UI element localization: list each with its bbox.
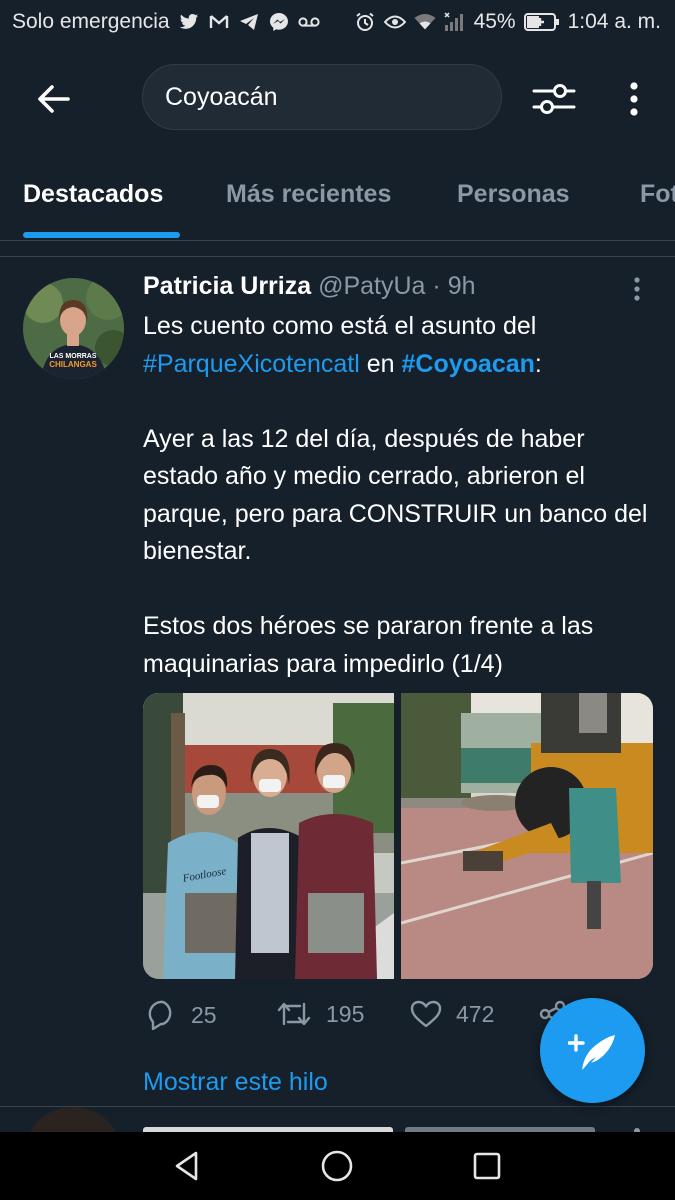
tweet-paragraph-1: Les cuento como está el asunto del #Parq… bbox=[143, 308, 658, 383]
tab-fotos[interactable]: Fotos bbox=[640, 180, 675, 209]
author-handle[interactable]: @PatyUa bbox=[318, 272, 425, 300]
more-vertical-icon bbox=[630, 82, 638, 116]
search-tabs: Destacados Más recientes Personas Fotos bbox=[0, 160, 675, 241]
system-nav-bar bbox=[0, 1132, 675, 1200]
tweet-time: 9h bbox=[447, 272, 476, 300]
search-filters-button[interactable] bbox=[528, 74, 580, 124]
hashtag-link[interactable]: #ParqueXicotencatl bbox=[143, 350, 360, 378]
battery-charging-icon bbox=[523, 11, 560, 33]
eye-icon bbox=[383, 11, 406, 33]
back-button[interactable] bbox=[28, 74, 78, 124]
nav-home-button[interactable] bbox=[317, 1146, 357, 1186]
tweet-text-run: : bbox=[534, 349, 542, 378]
active-tab-indicator bbox=[23, 232, 180, 238]
retweet-count: 195 bbox=[326, 1000, 365, 1027]
next-tweet-card[interactable] bbox=[0, 1106, 675, 1133]
tweet-text-run: en bbox=[359, 349, 402, 378]
retweet-button[interactable]: 195 bbox=[276, 1000, 364, 1028]
carrier-label: Solo emergencia bbox=[12, 10, 170, 33]
like-button[interactable]: 472 bbox=[410, 1000, 494, 1028]
battery-percent: 45% bbox=[473, 10, 516, 33]
clock-label: 1:04 a. m. bbox=[567, 10, 661, 33]
status-bar: Solo emergencia 45% 1:04 a. m. bbox=[0, 0, 675, 46]
tweet-photo-1[interactable]: Footloose bbox=[143, 693, 394, 979]
signal-icon bbox=[444, 11, 466, 33]
tweet-photo-2[interactable] bbox=[401, 693, 653, 979]
alarm-icon bbox=[354, 11, 376, 33]
circle-home-icon bbox=[321, 1150, 353, 1182]
nav-recents-button[interactable] bbox=[467, 1146, 507, 1186]
nav-back-button[interactable] bbox=[167, 1146, 207, 1186]
sliders-icon bbox=[532, 84, 576, 114]
avatar-shirt-text-bottom: CHILANGAS bbox=[49, 360, 97, 369]
messenger-icon bbox=[268, 11, 290, 33]
retweet-icon bbox=[277, 1002, 311, 1026]
tab-destacados[interactable]: Destacados bbox=[23, 180, 163, 209]
tweet-paragraph-3: Estos dos héroes se pararon frente a las… bbox=[143, 612, 594, 678]
gmail-icon bbox=[208, 11, 230, 33]
tweet-more-button[interactable] bbox=[626, 276, 648, 302]
tab-personas[interactable]: Personas bbox=[457, 180, 570, 209]
like-count: 472 bbox=[456, 1000, 495, 1027]
meta-separator: · bbox=[425, 272, 448, 300]
twitter-icon bbox=[178, 11, 200, 33]
square-recents-icon bbox=[473, 1152, 501, 1180]
avatar-shirt-text-top: LAS MORRAS bbox=[49, 353, 96, 360]
tweet-paragraph-2: Ayer a las 12 del día, después de haber … bbox=[143, 424, 648, 566]
voicemail-icon bbox=[297, 11, 320, 33]
reply-count: 25 bbox=[191, 1001, 217, 1028]
reply-icon bbox=[148, 1000, 172, 1030]
arrow-left-icon bbox=[38, 85, 70, 113]
reply-button[interactable]: 25 bbox=[145, 1000, 217, 1030]
tweet-header: Patricia Urriza @PatyUa · 9h bbox=[143, 272, 476, 301]
search-query: Coyoacán bbox=[165, 82, 278, 111]
compose-tweet-button[interactable] bbox=[540, 998, 645, 1103]
wifi-icon bbox=[414, 11, 436, 33]
tweet-text-run: Les cuento como está el asunto del bbox=[143, 312, 537, 340]
triangle-back-icon bbox=[175, 1151, 198, 1181]
tab-mas-recientes[interactable]: Más recientes bbox=[226, 180, 391, 209]
telegram-icon bbox=[238, 11, 260, 33]
show-thread-link[interactable]: Mostrar este hilo bbox=[143, 1068, 328, 1097]
tweet-text: Les cuento como está el asunto del #Parq… bbox=[143, 308, 658, 683]
search-input[interactable]: Coyoacán bbox=[142, 64, 502, 130]
feather-plus-icon bbox=[567, 1033, 615, 1070]
heart-icon bbox=[410, 1000, 442, 1028]
hashtag-link[interactable]: #Coyoacan bbox=[402, 350, 535, 378]
avatar[interactable]: LAS MORRAS CHILANGAS bbox=[23, 278, 124, 379]
more-vertical-icon bbox=[634, 277, 640, 301]
author-name[interactable]: Patricia Urriza bbox=[143, 272, 311, 300]
more-options-button[interactable] bbox=[616, 74, 652, 124]
